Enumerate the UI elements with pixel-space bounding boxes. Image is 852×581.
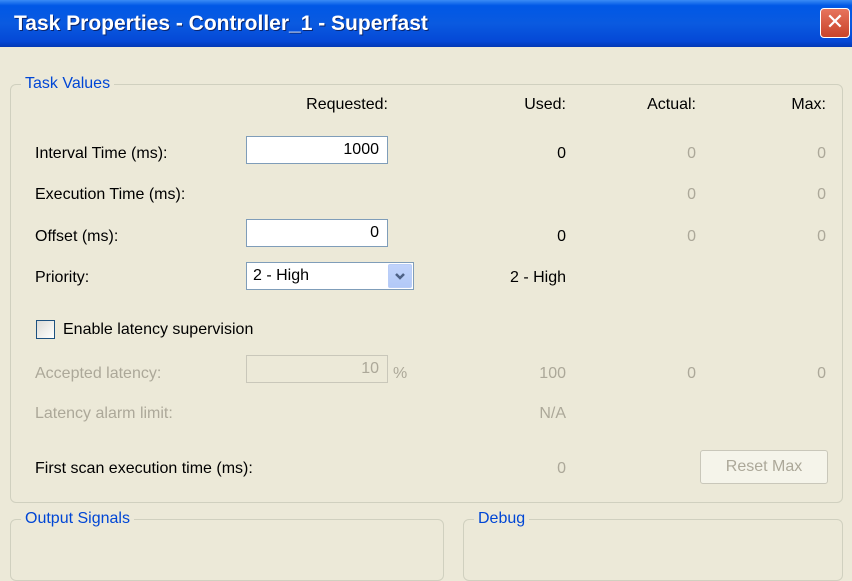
reset-max-button[interactable]: Reset Max — [700, 450, 828, 484]
priority-label: Priority: — [35, 269, 90, 286]
accepted-latency-actual: 0 — [687, 365, 696, 382]
interval-time-used: 0 — [557, 145, 566, 162]
accepted-latency-used: 100 — [539, 365, 566, 382]
execution-time-label: Execution Time (ms): — [35, 186, 186, 203]
offset-max: 0 — [817, 228, 826, 245]
close-button[interactable]: ✕ — [820, 8, 850, 38]
interval-time-label: Interval Time (ms): — [35, 145, 168, 162]
header-requested: Requested: — [306, 96, 388, 113]
task-values-legend: Task Values — [21, 74, 115, 94]
priority-dropdown-button[interactable] — [388, 264, 412, 288]
header-used: Used: — [524, 96, 566, 113]
offset-input[interactable]: 0 — [246, 219, 388, 247]
offset-actual: 0 — [687, 228, 696, 245]
accepted-latency-input[interactable]: 10 — [246, 355, 388, 383]
output-signals-group: Output Signals — [10, 509, 444, 581]
interval-time-max: 0 — [817, 145, 826, 162]
priority-selected-value: 2 - High — [253, 267, 310, 284]
latency-alarm-limit-label: Latency alarm limit: — [35, 405, 173, 422]
execution-time-max: 0 — [817, 186, 826, 203]
first-scan-used: 0 — [557, 460, 566, 477]
offset-used: 0 — [557, 228, 566, 245]
close-icon: ✕ — [825, 9, 845, 34]
debug-group: Debug — [463, 509, 843, 581]
execution-time-actual: 0 — [687, 186, 696, 203]
latency-supervision-checkbox[interactable] — [36, 320, 55, 339]
accepted-latency-label: Accepted latency: — [35, 365, 162, 382]
title-bar: Task Properties - Controller_1 - Superfa… — [0, 0, 852, 47]
chevron-down-icon — [395, 273, 405, 280]
header-actual: Actual: — [647, 96, 696, 113]
offset-label: Offset (ms): — [35, 228, 119, 245]
latency-supervision-label[interactable]: Enable latency supervision — [63, 320, 253, 340]
priority-used: 2 - High — [509, 269, 566, 286]
interval-time-actual: 0 — [687, 145, 696, 162]
first-scan-label: First scan execution time (ms): — [35, 460, 253, 477]
window-title: Task Properties - Controller_1 - Superfa… — [14, 12, 428, 35]
latency-alarm-limit-used: N/A — [539, 405, 566, 422]
accepted-latency-unit: % — [393, 365, 408, 382]
output-signals-legend: Output Signals — [21, 509, 134, 529]
priority-select[interactable]: 2 - High — [246, 262, 414, 290]
debug-legend: Debug — [474, 509, 530, 529]
accepted-latency-max: 0 — [817, 365, 826, 382]
interval-time-input[interactable]: 1000 — [246, 136, 388, 164]
header-max: Max: — [791, 96, 826, 113]
